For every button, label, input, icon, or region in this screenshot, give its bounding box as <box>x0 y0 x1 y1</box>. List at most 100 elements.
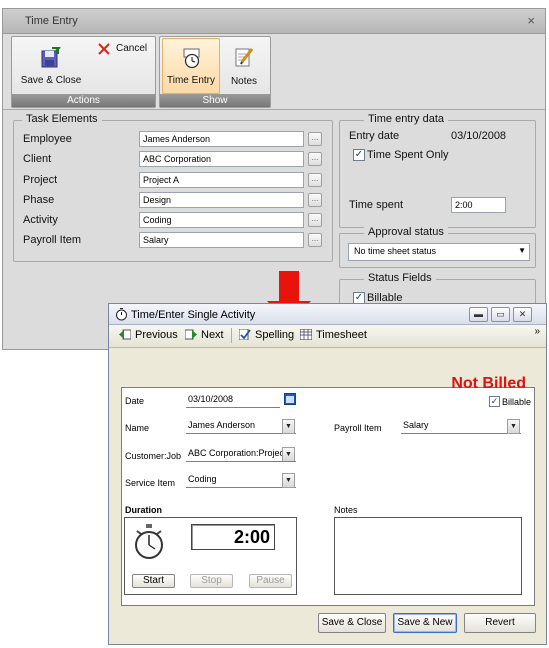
name-label: Name <box>125 423 150 433</box>
save-close-label: Save & Close <box>321 617 383 628</box>
approval-status-legend: Approval status <box>364 226 448 238</box>
save-new-button[interactable]: Save & New <box>393 613 457 633</box>
next-button[interactable]: Next <box>185 329 224 341</box>
spelling-button[interactable]: Spelling <box>239 329 294 341</box>
project-lookup-button[interactable]: ... <box>308 173 322 187</box>
customer-job-value: ABC Corporation:Project A <box>188 448 295 458</box>
cancel-x-icon <box>98 43 110 55</box>
save-disk-icon <box>41 47 61 68</box>
payroll-item-select[interactable]: Salary ▼ <box>401 418 521 434</box>
time-entry-tab-button[interactable]: Time Entry <box>162 38 220 94</box>
task-elements-legend: Task Elements <box>22 113 102 125</box>
cancel-label: Cancel <box>116 43 148 54</box>
next-icon <box>185 329 197 340</box>
billable-label: Billable <box>502 397 532 407</box>
duration-value: 2:00 <box>233 527 270 547</box>
toolbar-overflow-icon[interactable]: » <box>534 326 540 337</box>
window-title: Time Entry <box>25 15 78 27</box>
phase-label: Phase <box>23 194 55 206</box>
close-icon[interactable]: × <box>527 13 535 28</box>
client-field[interactable]: ABC Corporation <box>139 151 304 167</box>
previous-button[interactable]: Previous <box>119 329 178 341</box>
pause-button[interactable]: Pause <box>249 574 292 588</box>
client-label: Client <box>23 153 52 165</box>
save-new-label: Save & New <box>397 617 453 628</box>
activity-label: Activity <box>23 214 58 226</box>
stopwatch-icon <box>135 524 163 559</box>
notes-pencil-icon <box>235 48 254 67</box>
cancel-button[interactable]: Cancel <box>92 43 152 57</box>
calendar-icon[interactable] <box>284 393 296 405</box>
customer-job-select[interactable]: ABC Corporation:Project A ▼ <box>186 446 296 462</box>
pause-label: Pause <box>256 575 285 586</box>
billable-checkbox[interactable]: ✓ <box>489 396 500 407</box>
approval-status-select[interactable]: No time sheet status ▼ <box>348 243 530 261</box>
timesheet-button[interactable]: Timesheet <box>300 329 367 341</box>
save-close-button[interactable]: Save & Close <box>16 39 86 91</box>
save-close-button[interactable]: Save & Close <box>318 613 386 633</box>
name-select[interactable]: James Anderson ▼ <box>186 418 296 434</box>
time-spent-field[interactable]: 2:00 <box>451 197 506 213</box>
actions-group: Save & Close Cancel Actions <box>11 36 156 108</box>
date-label: Date <box>125 396 145 406</box>
payroll-item-label: Payroll Item <box>23 234 82 246</box>
restore-icon[interactable]: ▭ <box>491 307 510 322</box>
client-lookup-button[interactable]: ... <box>308 152 322 166</box>
name-value: James Anderson <box>188 420 256 430</box>
billing-status: Not Billed <box>451 375 526 392</box>
duration-field[interactable]: 2:00 <box>191 524 275 550</box>
close-icon[interactable]: ✕ <box>513 307 532 322</box>
phase-lookup-button[interactable]: ... <box>308 193 322 207</box>
service-item-label: Service Item <box>125 478 176 488</box>
payroll-item-field[interactable]: Salary <box>139 232 304 248</box>
stop-button[interactable]: Stop <box>190 574 233 588</box>
chevron-down-icon: ▼ <box>282 447 295 461</box>
payroll-item-label: Payroll Item <box>334 423 382 433</box>
stopwatch-icon <box>116 308 127 321</box>
time-entry-title-bar: Time Entry × <box>3 9 545 34</box>
minimize-icon[interactable]: ▬ <box>469 307 488 322</box>
payroll-item-value: Salary <box>403 420 429 430</box>
start-button[interactable]: Start <box>132 574 175 588</box>
previous-label: Previous <box>135 329 178 341</box>
activity-form: Not Billed ✓ Billable Date 03/10/2008 Na… <box>121 375 535 606</box>
previous-icon <box>119 329 131 340</box>
service-item-value: Coding <box>188 474 217 484</box>
actions-group-label: Actions <box>12 94 155 107</box>
approval-status-value: No time sheet status <box>354 246 437 256</box>
employee-field[interactable]: James Anderson <box>139 131 304 147</box>
chevron-down-icon: ▼ <box>507 419 520 434</box>
single-activity-title-bar: Time/Enter Single Activity ▬ ▭ ✕ <box>109 304 546 325</box>
notes-button[interactable]: Notes <box>222 39 266 91</box>
service-item-select[interactable]: Coding ▼ <box>186 472 296 488</box>
customer-job-label: Customer:Job <box>125 451 182 461</box>
payroll-item-lookup-button[interactable]: ... <box>308 233 322 247</box>
activity-lookup-button[interactable]: ... <box>308 213 322 227</box>
revert-button[interactable]: Revert <box>464 613 536 633</box>
project-label: Project <box>23 174 58 186</box>
start-label: Start <box>142 575 165 586</box>
chevron-down-icon: ▼ <box>518 246 526 255</box>
activity-field[interactable]: Coding <box>139 212 304 228</box>
notes-textarea[interactable] <box>334 517 522 595</box>
time-spent-label: Time spent <box>349 199 404 211</box>
single-activity-window: Time/Enter Single Activity ▬ ▭ ✕ Previou… <box>108 303 547 645</box>
date-field[interactable]: 03/10/2008 <box>186 392 280 408</box>
entry-date-value: 03/10/2008 <box>451 130 507 142</box>
save-close-label: Save & Close <box>20 75 82 86</box>
revert-label: Revert <box>485 617 515 628</box>
phase-field[interactable]: Design <box>139 192 304 208</box>
time-spent-only-checkbox[interactable]: ✓ <box>353 149 365 161</box>
toolbar-divider <box>231 328 232 343</box>
time-spent-only-label: Time Spent Only <box>367 149 449 161</box>
timer-icon <box>183 48 200 69</box>
show-group-label: Show <box>160 94 270 107</box>
entry-date-label: Entry date <box>349 130 400 142</box>
project-field[interactable]: Project A <box>139 172 304 188</box>
spelling-check-icon <box>239 329 251 340</box>
notes-label: Notes <box>334 505 358 515</box>
timesheet-icon <box>300 329 312 340</box>
stop-label: Stop <box>201 575 222 586</box>
employee-lookup-button[interactable]: ... <box>308 132 322 146</box>
employee-label: Employee <box>23 133 72 145</box>
